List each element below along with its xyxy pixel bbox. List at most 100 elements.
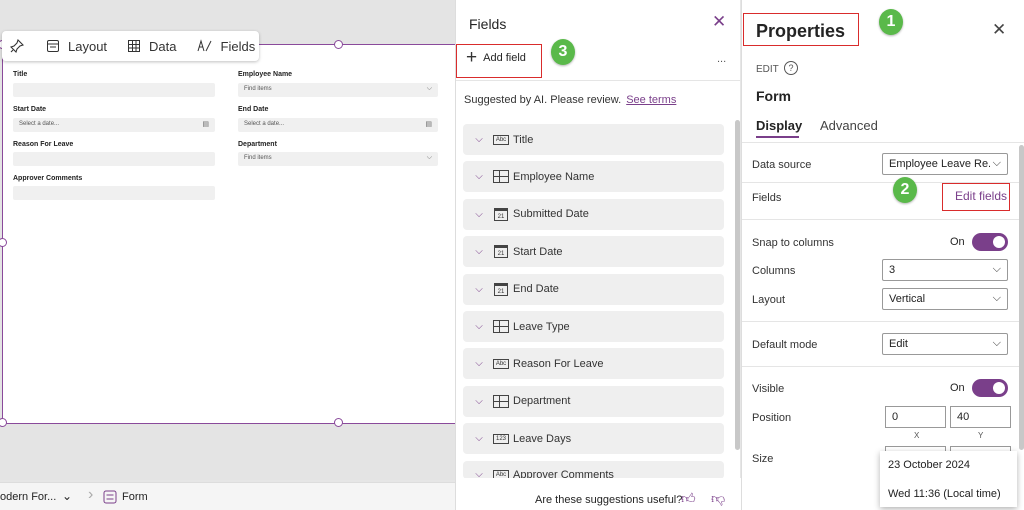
chevron-down-icon: ⌵ [989,157,1001,170]
form-field-label: Start Date [13,106,47,113]
visible-toggle[interactable] [972,379,1008,397]
snap-state-label: On [950,236,965,248]
form-field-label: Reason For Leave [13,141,74,148]
text-type-icon: Abc [493,134,509,146]
close-icon[interactable]: ✕ [712,12,726,32]
size-label: Size [752,453,774,465]
fields-label: Fields [220,38,256,54]
scrollbar[interactable] [1019,145,1024,450]
chevron-down-icon[interactable]: ⌵ [469,209,489,220]
chevron-down-icon[interactable]: ⌵ [469,433,489,444]
divider [742,366,1024,367]
form-field-label: Employee Name [238,71,293,78]
start-date-picker[interactable]: Select a date... ▤ [13,118,215,132]
tab-indicator [756,136,799,138]
position-y-input[interactable]: 40 [950,406,1011,428]
data-button[interactable]: Data [127,39,177,54]
fields-label: Fields [752,192,782,204]
chevron-down-icon: ⌵ [992,263,1001,275]
layout-label: Layout [68,38,108,54]
date-type-icon: 21 [493,282,509,296]
choice-type-icon [493,394,509,408]
field-list-item[interactable]: ⌵ 21 Start Date [463,236,724,268]
tab-advanced[interactable]: Advanced [820,118,878,133]
chevron-down-icon[interactable]: ⌵ [469,134,489,145]
default-mode-select[interactable]: Edit ⌵ [882,333,1008,355]
breadcrumb-form[interactable]: Form [122,491,148,503]
department-combobox[interactable]: Find items ⌵ [238,152,438,166]
feedback-bar: Are these suggestions useful? 👍︎ 👎︎ [456,478,741,510]
date-type-icon: 21 [493,245,509,259]
employee-name-combobox[interactable]: Find items ⌵ [238,83,438,97]
field-list-item[interactable]: ⌵ Employee Name [463,161,724,193]
field-list-item[interactable]: ⌵ Abc Reason For Leave [463,348,724,380]
component-name: Form [756,88,791,104]
ai-disclaimer: Suggested by AI. Please review. See term… [464,94,676,106]
field-list-item-label: Title [513,133,534,146]
layout-label: Layout [752,294,786,306]
divider [742,219,1024,220]
field-list-item[interactable]: ⌵ Leave Type [463,311,724,342]
form-toolbar: Layout Data Fields [2,31,259,61]
pin-button[interactable] [10,39,32,53]
reason-input[interactable] [13,152,215,166]
calendar-icon: ▤ [425,121,432,128]
breadcrumb-screen[interactable]: odern For... [0,491,56,503]
chevron-down-icon[interactable]: ⌵ [469,396,489,407]
field-list-item[interactable]: ⌵ Abc Title [463,124,724,155]
chevron-down-icon[interactable]: ⌵ [469,284,489,295]
text-type-icon: Abc [493,358,509,370]
highlight-box [743,13,859,46]
chevron-down-icon: ⌵ [992,337,1001,349]
chevron-down-icon: ⌵ [426,85,432,92]
layout-button[interactable]: Layout [46,39,107,54]
columns-value: 3 [889,264,896,276]
field-list-item[interactable]: ⌵ Abc Approver Comments [463,460,724,479]
see-terms-link[interactable]: See terms [626,94,676,106]
close-icon[interactable]: ✕ [992,20,1006,40]
callout-badge: 3 [551,39,575,65]
chevron-down-icon[interactable]: ⌵ [469,321,489,332]
chevron-down-icon[interactable]: ⌵ [469,246,489,257]
field-list-item[interactable]: ⌵ 21 End Date [463,273,724,305]
field-list-item[interactable]: ⌵ 21 Submitted Date [463,198,724,230]
tab-display[interactable]: Display [756,118,802,133]
scrollbar[interactable] [735,120,740,450]
combobox-placeholder: Find items [244,155,272,161]
help-icon[interactable]: ? [784,61,798,75]
snap-toggle[interactable] [972,233,1008,251]
date-type-icon: 21 [493,207,509,221]
field-list-item[interactable]: ⌵ 123 Leave Days [463,423,724,455]
fields-button[interactable]: Fields [197,38,256,54]
chevron-down-icon: ⌵ [992,292,1001,304]
data-source-value: Employee Leave Re... [889,158,998,170]
data-source-select[interactable]: Employee Leave Re... ⌵ [882,153,1008,175]
default-mode-value: Edit [889,338,908,350]
approver-comments-input[interactable] [13,186,215,200]
default-mode-label: Default mode [752,339,818,351]
more-options-button[interactable]: ... [717,53,726,65]
field-list-item[interactable]: ⌵ Department [463,385,724,417]
title-input[interactable] [13,83,215,97]
resize-handle[interactable] [0,238,7,247]
layout-select[interactable]: Vertical ⌵ [882,288,1008,310]
highlight-box [942,183,1010,211]
feedback-text: Are these suggestions useful? [535,494,683,506]
thumbs-down-icon[interactable]: 👎︎ [711,490,725,507]
chevron-down-icon[interactable]: ⌄ [62,489,72,503]
callout-badge: 2 [893,177,917,203]
end-date-picker[interactable]: Select a date... ▤ [238,118,438,132]
thumbs-up-icon[interactable]: 👍︎ [681,490,696,507]
form-control[interactable]: Title Employee Name Find items ⌵ Start Da… [0,40,472,427]
chevron-down-icon[interactable]: ⌵ [469,171,489,182]
resize-handle[interactable] [334,40,343,49]
layout-icon [47,40,59,52]
date-placeholder: Select a date... [19,121,60,127]
properties-panel: Properties ✕ EDIT ? Form Display Advance… [741,0,1024,510]
choice-type-icon [493,320,509,333]
columns-select[interactable]: 3 ⌵ [882,259,1008,281]
position-x-input[interactable]: 0 [885,406,946,428]
resize-handle[interactable] [334,418,343,427]
chevron-down-icon[interactable]: ⌵ [469,358,489,369]
chevron-down-icon: ⌵ [426,154,432,161]
